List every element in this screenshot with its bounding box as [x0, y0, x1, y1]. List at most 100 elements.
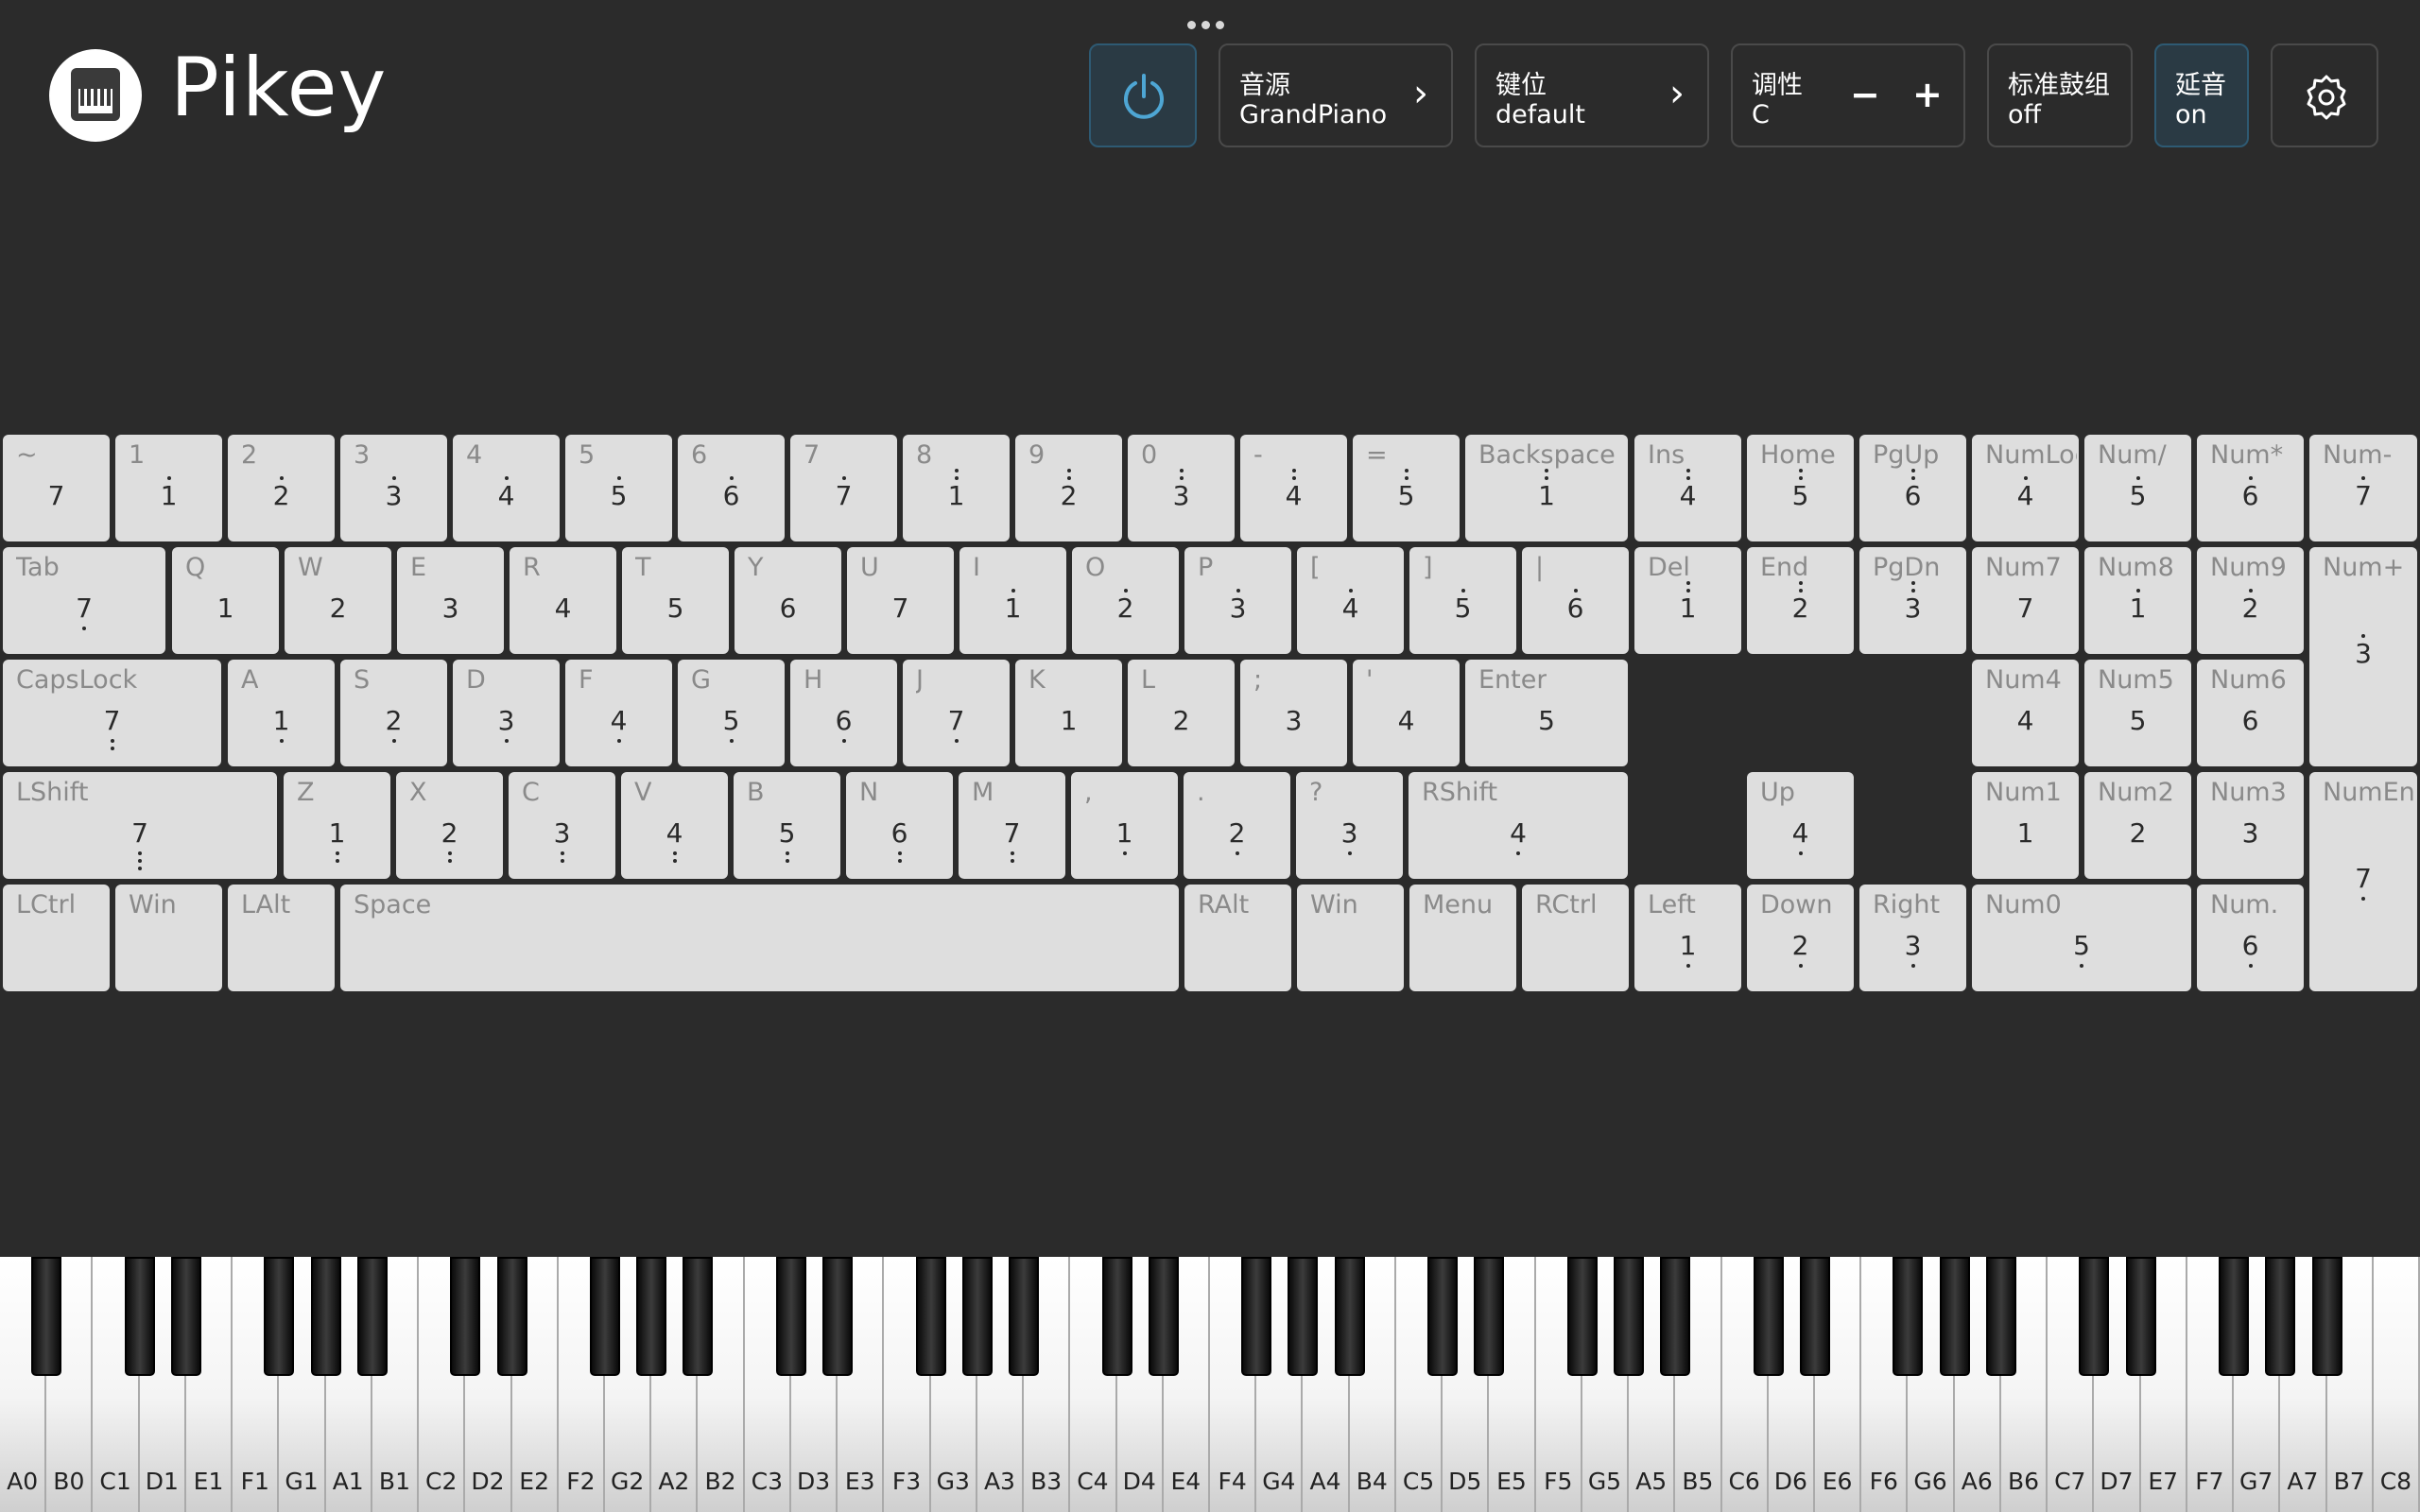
key-w[interactable]: W2 — [285, 547, 391, 654]
key-m[interactable]: M7 — [959, 772, 1065, 879]
key-end[interactable]: End 2 — [1747, 547, 1854, 654]
key-a[interactable]: A1 — [228, 660, 335, 766]
key-num5[interactable]: Num5 5 — [2084, 660, 2191, 766]
key-pgup[interactable]: PgUp 6 — [1859, 435, 1966, 541]
key-enter[interactable]: Enter 5 — [1465, 660, 1628, 766]
key-minus[interactable]: -4 — [1240, 435, 1347, 541]
key-p[interactable]: P3 — [1184, 547, 1291, 654]
key-v[interactable]: V4 — [621, 772, 728, 879]
key-b[interactable]: B5 — [734, 772, 840, 879]
piano-black-key[interactable] — [1009, 1257, 1040, 1376]
key-i[interactable]: I1 — [959, 547, 1066, 654]
piano-black-key[interactable] — [683, 1257, 714, 1376]
piano-black-key[interactable] — [1660, 1257, 1691, 1376]
key-n[interactable]: N6 — [846, 772, 953, 879]
piano-black-key[interactable] — [170, 1257, 201, 1376]
piano-black-key[interactable] — [264, 1257, 295, 1376]
key-tilde[interactable]: ~7 — [3, 435, 110, 541]
key-quote[interactable]: ' 4 — [1353, 660, 1460, 766]
window-menu-dots[interactable] — [1187, 21, 1224, 29]
piano-black-key[interactable] — [1427, 1257, 1459, 1376]
key-z[interactable]: Z1 — [284, 772, 390, 879]
key-space[interactable]: Space — [340, 885, 1179, 991]
key-8[interactable]: 81 — [903, 435, 1010, 541]
piano-black-key[interactable] — [1566, 1257, 1598, 1376]
piano-black-key[interactable] — [1148, 1257, 1179, 1376]
piano-black-key[interactable] — [961, 1257, 993, 1376]
key-comma[interactable]: ,1 — [1071, 772, 1178, 879]
key-2[interactable]: 22 — [228, 435, 335, 541]
piano-black-key[interactable] — [31, 1257, 62, 1376]
key-o[interactable]: O2 — [1072, 547, 1179, 654]
key-lctrl[interactable]: LCtrl — [3, 885, 110, 991]
key-period[interactable]: .2 — [1184, 772, 1290, 879]
settings-button[interactable] — [2271, 43, 2378, 147]
key-numlock[interactable]: NumLock 4 — [1972, 435, 2079, 541]
key-k[interactable]: K1 — [1015, 660, 1122, 766]
piano-black-key[interactable] — [2079, 1257, 2110, 1376]
key-ins[interactable]: Ins 4 — [1634, 435, 1741, 541]
piano-black-key[interactable] — [636, 1257, 667, 1376]
piano-black-key[interactable] — [1753, 1257, 1784, 1376]
key-up[interactable]: Up 4 — [1747, 772, 1854, 879]
key-num7[interactable]: Num7 7 — [1972, 547, 2079, 654]
key-tab[interactable]: Tab 7 — [3, 547, 165, 654]
piano-black-key[interactable] — [2125, 1257, 2156, 1376]
piano-black-key[interactable] — [450, 1257, 481, 1376]
key-capslock[interactable]: CapsLock 7 — [3, 660, 221, 766]
piano-black-key[interactable] — [2265, 1257, 2296, 1376]
key-3[interactable]: 33 — [340, 435, 447, 541]
key-t[interactable]: T5 — [622, 547, 729, 654]
key-equals[interactable]: = 5 — [1353, 435, 1460, 541]
key-num[interactable]: Num. 6 — [2197, 885, 2304, 991]
key-4[interactable]: 44 — [453, 435, 560, 541]
key-home[interactable]: Home 5 — [1747, 435, 1854, 541]
key-g[interactable]: G5 — [678, 660, 785, 766]
piano-black-key[interactable] — [124, 1257, 155, 1376]
piano-black-key[interactable] — [1985, 1257, 2016, 1376]
key-right[interactable]: Right 3 — [1859, 885, 1966, 991]
sound-source-button[interactable]: 音源 GrandPiano › — [1219, 43, 1453, 147]
key-num6[interactable]: Num6 6 — [2197, 660, 2304, 766]
key-h[interactable]: H6 — [790, 660, 897, 766]
key-d[interactable]: D3 — [453, 660, 560, 766]
key-s[interactable]: S2 — [340, 660, 447, 766]
key-lshift[interactable]: LShift 7 — [3, 772, 277, 879]
key-y[interactable]: Y6 — [735, 547, 841, 654]
key-rshift[interactable]: RShift 4 — [1409, 772, 1628, 879]
key-left[interactable]: Left 1 — [1634, 885, 1741, 991]
key-pipe[interactable]: | 6 — [1522, 547, 1629, 654]
piano-black-key[interactable] — [1288, 1257, 1319, 1376]
piano-white-key[interactable]: C8 — [2373, 1257, 2420, 1512]
key-6[interactable]: 66 — [678, 435, 785, 541]
piano-black-key[interactable] — [1474, 1257, 1505, 1376]
piano-black-key[interactable] — [822, 1257, 854, 1376]
tonality-minus-button[interactable]: − — [1850, 74, 1880, 115]
key-numenter[interactable]: NumEnter 7 — [2309, 772, 2417, 991]
key-j[interactable]: J7 — [903, 660, 1010, 766]
key-9[interactable]: 92 — [1015, 435, 1122, 541]
key-c[interactable]: C3 — [509, 772, 615, 879]
key-win[interactable]: Win — [115, 885, 222, 991]
key-x[interactable]: X2 — [396, 772, 503, 879]
key-lbracket[interactable]: [4 — [1297, 547, 1404, 654]
piano-black-key[interactable] — [2219, 1257, 2250, 1376]
key-num8[interactable]: Num8 1 — [2084, 547, 2191, 654]
key-pgdn[interactable]: PgDn 3 — [1859, 547, 1966, 654]
key-backspace[interactable]: Backspace 1 — [1465, 435, 1628, 541]
key-7[interactable]: 77 — [790, 435, 897, 541]
key-u[interactable]: U7 — [847, 547, 954, 654]
keymap-button[interactable]: 键位 default › — [1475, 43, 1709, 147]
piano-black-key[interactable] — [1101, 1257, 1132, 1376]
key-num3[interactable]: Num3 3 — [2197, 772, 2304, 879]
key-r[interactable]: R4 — [510, 547, 616, 654]
piano-black-key[interactable] — [1334, 1257, 1365, 1376]
piano-black-key[interactable] — [1893, 1257, 1924, 1376]
key-num4[interactable]: Num4 4 — [1972, 660, 2079, 766]
piano-black-key[interactable] — [496, 1257, 527, 1376]
key-menu[interactable]: Menu — [1409, 885, 1516, 991]
tonality-plus-button[interactable]: + — [1912, 74, 1943, 115]
piano-black-key[interactable] — [590, 1257, 620, 1376]
piano-black-key[interactable] — [1939, 1257, 1970, 1376]
piano-black-key[interactable] — [915, 1257, 946, 1376]
